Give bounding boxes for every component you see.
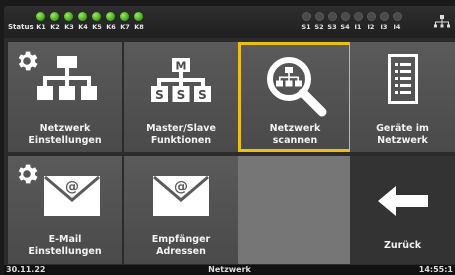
status-led-label: K8: [134, 23, 144, 31]
tile-label: Geräte im Netzwerk: [376, 123, 429, 146]
status-led-k3: [64, 12, 73, 21]
status-led-label: K5: [92, 23, 102, 31]
status-led-label: I3: [380, 23, 388, 31]
email-settings-icon: @: [44, 176, 100, 216]
at-sign: @: [174, 179, 188, 195]
status-led-label: S4: [340, 23, 350, 31]
status-led-i1: [354, 12, 363, 21]
status-led-label: I1: [354, 23, 362, 31]
device-list-icon: [388, 54, 418, 104]
status-led-k7: [120, 12, 129, 21]
tile-label: Netzwerk Einstellungen: [28, 123, 102, 146]
tile-master-slave[interactable]: M S S S Master/Slave Funktionen: [124, 42, 238, 152]
tile-email-einstellungen[interactable]: @ E-Mail Einstellungen: [8, 156, 122, 264]
status-label: Status: [8, 23, 34, 31]
email-recipients-icon: @: [153, 176, 209, 216]
status-led-label: S3: [327, 23, 337, 31]
status-led-label: I4: [393, 23, 401, 31]
tile-geraete-im-netzwerk[interactable]: Geräte im Netzwerk: [350, 42, 455, 152]
arrow-left-icon: [378, 186, 428, 216]
status-led-label: I2: [367, 23, 375, 31]
network-status-icon: [434, 15, 450, 28]
status-led-i2: [367, 12, 376, 21]
status-led-label: K7: [120, 23, 130, 31]
status-led-k5: [92, 12, 101, 21]
tile-netzwerk-scannen[interactable]: Netzwerk scannen: [238, 42, 352, 152]
device-screen: Status K1 K2 K3 K4 K5 K6 K7 K8 S1 S2 S3 S4 I1 I2 I3 I4: [4, 6, 455, 275]
network-settings-icon: [37, 56, 97, 100]
tile-empfaenger-adressen[interactable]: @ Empfänger Adressen: [124, 156, 238, 264]
status-led-s3: [328, 12, 337, 21]
status-led-k1: [36, 12, 45, 21]
master-letter: M: [176, 60, 187, 73]
back-button[interactable]: Zurück: [350, 156, 455, 264]
slave-letter: S: [155, 88, 164, 102]
status-led-i4: [393, 12, 402, 21]
status-led-label: K2: [50, 23, 60, 31]
status-led-k8: [134, 12, 143, 21]
status-led-label: S1: [301, 23, 311, 31]
tile-label: E-Mail Einstellungen: [28, 234, 102, 257]
tile-label: Empfänger Adressen: [151, 234, 211, 257]
status-led-s1: [302, 12, 311, 21]
status-led-s4: [341, 12, 350, 21]
status-led-k4: [78, 12, 87, 21]
tile-netzwerk-einstellungen[interactable]: Netzwerk Einstellungen: [8, 42, 122, 152]
status-led-i3: [380, 12, 389, 21]
status-bar: Status K1 K2 K3 K4 K5 K6 K7 K8 S1 S2 S3 S4 I1 I2 I3 I4: [4, 6, 455, 38]
back-button-label: Zurück: [383, 240, 422, 251]
tile-label: Master/Slave Funktionen: [146, 123, 216, 146]
status-led-k2: [50, 12, 59, 21]
footer-time: 14:55:1: [418, 265, 453, 274]
master-slave-icon: M S S S: [151, 58, 211, 102]
slave-letter: S: [198, 88, 207, 102]
status-led-label: K6: [106, 23, 116, 31]
tile-label: Netzwerk scannen: [269, 123, 321, 146]
network-scan-icon: [267, 57, 327, 117]
status-led-label: K1: [36, 23, 46, 31]
status-led-label: K4: [78, 23, 88, 31]
at-sign: @: [65, 179, 79, 195]
footer-bar: 30.11.22 Netzwerk 14:55:1: [4, 265, 455, 275]
empty-tile: [238, 156, 352, 264]
status-led-k6: [106, 12, 115, 21]
status-led-label: K3: [64, 23, 74, 31]
footer-title: Netzwerk: [208, 265, 251, 274]
status-led-label: S2: [314, 23, 324, 31]
gear-icon: [18, 164, 38, 184]
slave-letter: S: [177, 88, 186, 102]
status-led-s2: [315, 12, 324, 21]
